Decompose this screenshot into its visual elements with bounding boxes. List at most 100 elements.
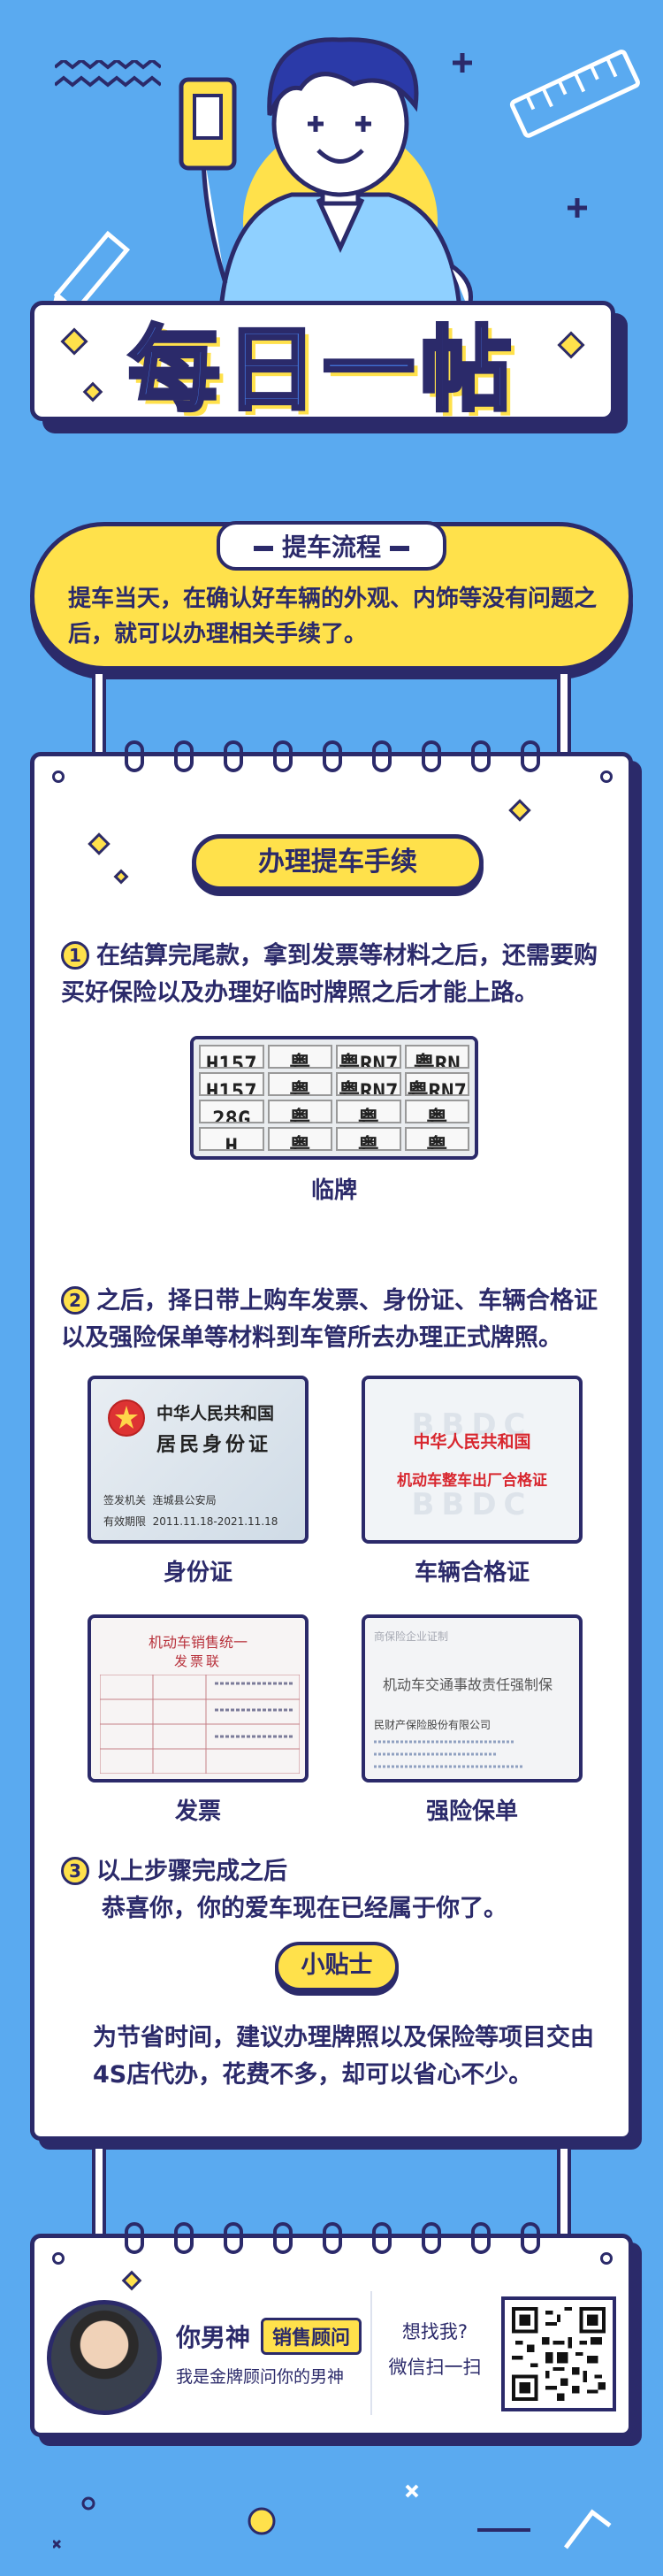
binder-hole [600, 2252, 613, 2265]
sparkle-icon [82, 381, 103, 402]
binder-ring [521, 2222, 540, 2254]
advisor-slogan: 我是金牌顾问你的男神 [176, 2367, 345, 2387]
invoice-photo: 机动车销售统一 发票联 [88, 1614, 309, 1782]
doc-title: 机动车交通事故责任强制保 [383, 1676, 553, 1693]
doc-title: 中华人民共和国 [156, 1404, 275, 1423]
scan-cta-line: 微信扫一扫 [388, 2357, 482, 2378]
photo-caption: 临牌 [310, 1177, 357, 1204]
plate-tile: 粤RN720P [267, 1072, 332, 1096]
wave-deco-icon [55, 60, 161, 88]
plate-tile: 粤RN7 [336, 1045, 401, 1069]
hero-banner: 每日一帖 [0, 0, 663, 460]
vehicle-certificate-photo: BBDC BBDC 中华人民共和国 机动车整车出厂合格证 [362, 1376, 583, 1544]
ruler-icon [509, 50, 640, 138]
step-text: 在结算完尾款，拿到发票等材料之后，还需要购买好保险以及办理好临时牌照之后才能上路… [61, 942, 598, 1007]
binder-ring [174, 740, 194, 772]
scan-cta-line: 想找我? [401, 2321, 469, 2342]
doc-header: 商保险企业证制 [374, 1630, 449, 1643]
intro-card: 提车流程 提车当天，在确认好车辆的外观、内饰等没有问题之后，就可以办理相关手续了… [30, 521, 633, 671]
binder-ring [422, 740, 441, 772]
tip-text: 为节省时间，建议办理牌照以及保险等项目交由4S店代办，花费不多，却可以省心不少。 [93, 2024, 594, 2089]
avatar [47, 2300, 162, 2415]
hero-title-plate: 每日一帖 [30, 301, 615, 426]
hero-title: 每日一帖 [126, 314, 517, 426]
binder-ring [521, 740, 540, 772]
hanger-pole [92, 2145, 106, 2238]
binder-ring [323, 2222, 342, 2254]
main-card: 办理提车手续 1 在结算完尾款，拿到发票等材料之后，还需要购买好保险以及办理好临时… [30, 740, 633, 2141]
binder-hole [52, 770, 65, 783]
binder-hole [600, 770, 613, 783]
tag-dash-icon [390, 546, 410, 551]
section-title: 办理提车手续 [192, 834, 484, 891]
doc-field-label: 签发机关 [103, 1494, 147, 1506]
doc-subtitle: 机动车整车出厂合格证 [397, 1472, 547, 1490]
sparkle-icon [121, 2270, 142, 2291]
plate-tile: 粤RN7 [336, 1072, 401, 1096]
step-text: 之后，择日带上购车发票、身份证、车辆合格证以及强险保单等材料到车管所去办理正式牌… [61, 1287, 598, 1352]
watermark-text: BBDC [411, 1487, 533, 1522]
doc-title: 机动车销售统一 [148, 1634, 248, 1651]
national-emblem-icon [108, 1399, 145, 1437]
doc-title: 中华人民共和国 [413, 1432, 531, 1452]
doc-subtitle: 居民身份证 [156, 1433, 272, 1456]
wechat-qr-code[interactable] [501, 2296, 616, 2411]
intro-tag-label: 提车流程 [281, 533, 382, 562]
cartoon-man-illustration [179, 37, 473, 310]
sparkle-icon [60, 327, 88, 356]
plate-tile: 粤RN72 [404, 1100, 469, 1123]
sparkle-icon [557, 331, 585, 359]
binder-ring [273, 740, 293, 772]
plus-icon [568, 198, 587, 218]
photo-caption: 强险保单 [425, 1798, 518, 1825]
hanger-pole [557, 671, 571, 759]
step-1: 1 在结算完尾款，拿到发票等材料之后，还需要购买好保险以及办理好临时牌照之后才能上… [61, 938, 609, 1012]
sparkle-icon [88, 832, 110, 855]
binder-ring [125, 740, 144, 772]
tag-dash-icon [253, 546, 273, 551]
sparkle-icon [508, 799, 531, 822]
plate-tile: 粤RN72 [336, 1100, 401, 1123]
step-number: 2 [61, 1286, 89, 1315]
plate-tile: H157 [199, 1072, 264, 1096]
advisor-name-row: 你男神 销售顾问 [176, 2318, 362, 2355]
step-text: 恭喜你，你的爱车现在已经属于你了。 [102, 1895, 507, 1922]
doc-field: 有效期限 2011.11.18-2021.11.18 [103, 1514, 278, 1529]
intro-tag: 提车流程 [216, 521, 447, 571]
bottom-decoration [53, 2484, 612, 2549]
binder-ring [372, 2222, 392, 2254]
plate-tile: 粤BP362M [267, 1127, 332, 1151]
advisor-name: 你男神 [176, 2323, 251, 2352]
divider [370, 2291, 372, 2415]
role-badge: 销售顾问 [261, 2318, 362, 2355]
step-number: 3 [61, 1857, 89, 1885]
tip-tag: 小贴士 [275, 1942, 399, 1991]
doc-company: 民财产保险股份有限公司 [374, 1719, 492, 1731]
photo-caption: 身份证 [163, 1560, 232, 1586]
plate-grid: H157粤RN720P粤RN7粤RNH157粤RN720P粤RN7粤RN728G… [194, 1039, 475, 1156]
id-card-photo: 中华人民共和国 居民身份证 签发机关 连城县公安局 有效期限 2011.11.1… [88, 1376, 309, 1544]
binder-ring [224, 740, 243, 772]
doc-field: 签发机关 连城县公安局 [103, 1492, 217, 1507]
photo-caption: 车辆合格证 [414, 1560, 530, 1586]
doc-field-value: 连城县公安局 [152, 1494, 217, 1506]
plate-tile: H157 [199, 1045, 264, 1069]
doc-subtitle: 发票联 [173, 1653, 222, 1669]
binder-ring [422, 2222, 441, 2254]
plate-tile: 粤RN00 [404, 1127, 469, 1151]
plate-tile: 粤RN787D [267, 1100, 332, 1123]
advisor-card: 你男神 销售顾问 我是金牌顾问你的男神 想找我? 微信扫一扫 [30, 2222, 633, 2437]
plate-tile: 粤RN720P [267, 1045, 332, 1069]
policy-lines-graphic [374, 1740, 524, 1768]
invoice-table-graphic [100, 1675, 300, 1774]
step-text: 以上步骤完成之后 [96, 1858, 287, 1885]
plate-tile: H [199, 1127, 264, 1151]
binder-ring [224, 2222, 243, 2254]
binder-hole [52, 2252, 65, 2265]
binder-ring [372, 740, 392, 772]
binder-ring [471, 740, 491, 772]
plate-tile: 28G [199, 1100, 264, 1123]
doc-field-value: 2011.11.18-2021.11.18 [152, 1515, 278, 1528]
photo-caption: 发票 [174, 1798, 221, 1825]
binder-ring [471, 2222, 491, 2254]
